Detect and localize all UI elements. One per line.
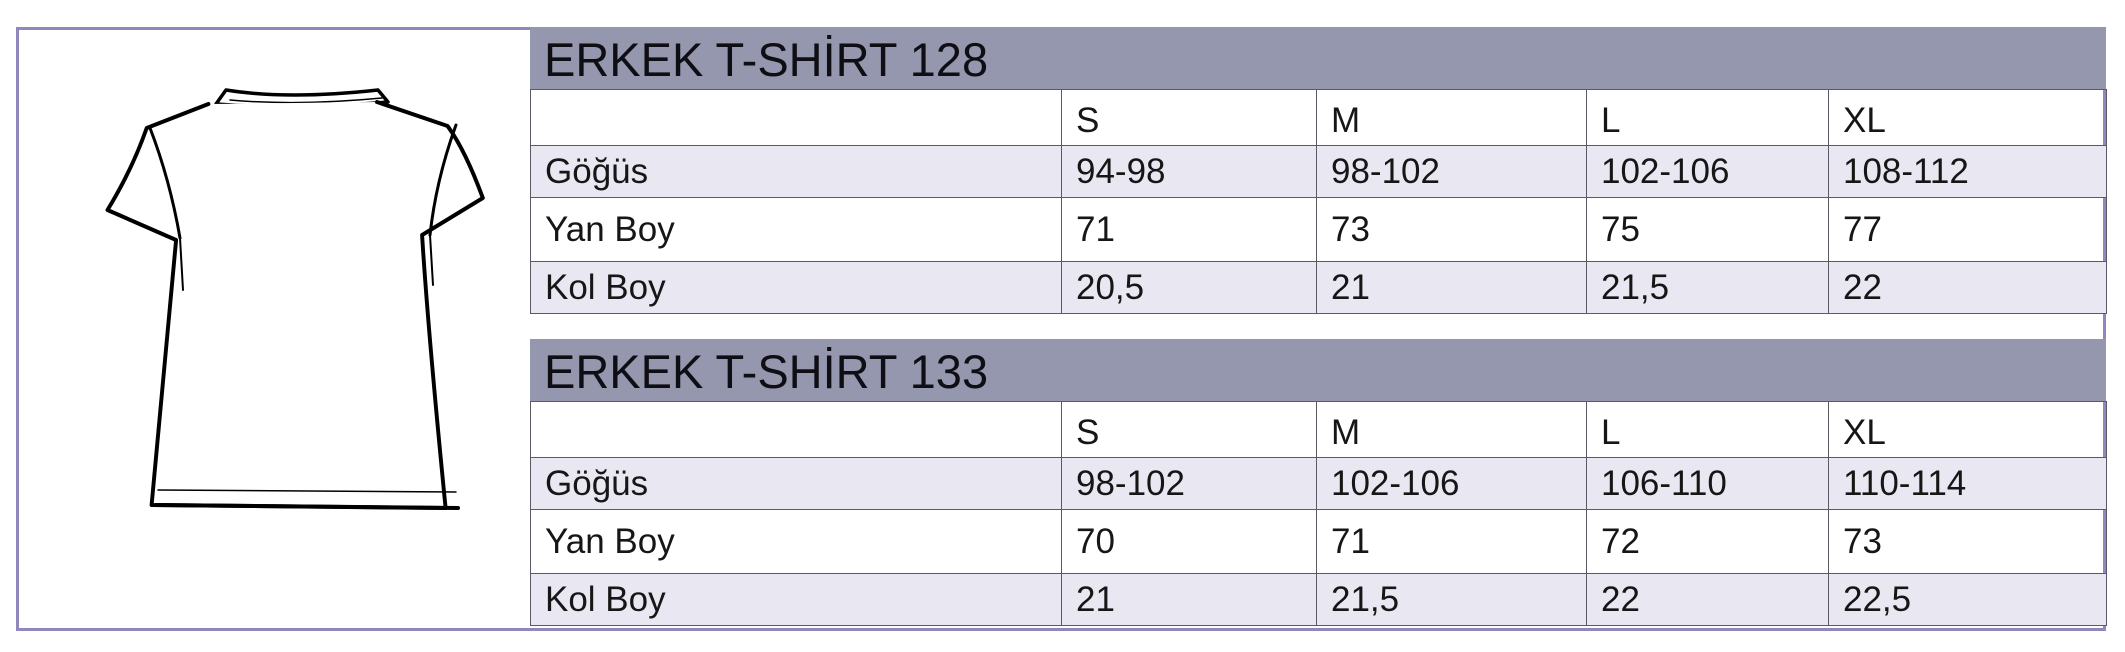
row-label: Yan Boy <box>530 197 1062 262</box>
table-row-kol-boy: Kol Boy 20,5 21 21,5 22 <box>530 261 2107 314</box>
measure-cell: 22 <box>1586 573 1829 626</box>
size-header-xl: XL <box>1828 89 2107 146</box>
size-header-l: L <box>1586 89 1829 146</box>
measure-cell: 21,5 <box>1316 573 1587 626</box>
measure-cell: 71 <box>1061 197 1317 262</box>
size-header-m: M <box>1316 89 1587 146</box>
measure-cell: 22 <box>1828 261 2107 314</box>
table-row-gogus: Göğüs 94-98 98-102 102-106 108-112 <box>530 145 2107 198</box>
measure-cell: 102-106 <box>1316 457 1587 510</box>
table-row-yan-boy: Yan Boy 70 71 72 73 <box>530 509 2107 574</box>
size-table-133: ERKEK T-SHİRT 133 S M L XL Göğüs 98-102 … <box>530 339 2107 626</box>
measure-cell: 77 <box>1828 197 2107 262</box>
measure-cell: 22,5 <box>1828 573 2107 626</box>
table-title: ERKEK T-SHİRT 133 <box>530 339 2106 401</box>
measure-cell: 73 <box>1316 197 1587 262</box>
measure-cell: 20,5 <box>1061 261 1317 314</box>
row-label: Göğüs <box>530 145 1062 198</box>
measure-cell: 98-102 <box>1316 145 1587 198</box>
table-title: ERKEK T-SHİRT 128 <box>530 27 2106 89</box>
measure-cell: 21 <box>1061 573 1317 626</box>
size-header-row: S M L XL <box>530 401 2107 458</box>
size-header-xl: XL <box>1828 401 2107 458</box>
table-row-kol-boy: Kol Boy 21 21,5 22 22,5 <box>530 573 2107 626</box>
measure-cell: 108-112 <box>1828 145 2107 198</box>
size-header-s: S <box>1061 401 1317 458</box>
measure-cell: 71 <box>1316 509 1587 574</box>
row-label: Kol Boy <box>530 261 1062 314</box>
row-label: Kol Boy <box>530 573 1062 626</box>
measure-cell: 21 <box>1316 261 1587 314</box>
row-label: Yan Boy <box>530 509 1062 574</box>
measure-cell: 102-106 <box>1586 145 1829 198</box>
size-header-s: S <box>1061 89 1317 146</box>
measure-cell: 72 <box>1586 509 1829 574</box>
measure-cell: 94-98 <box>1061 145 1317 198</box>
measure-cell: 75 <box>1586 197 1829 262</box>
row-label: Göğüs <box>530 457 1062 510</box>
header-blank-cell <box>530 401 1062 458</box>
size-header-m: M <box>1316 401 1587 458</box>
size-tables: ERKEK T-SHİRT 128 S M L XL Göğüs 94-98 9… <box>530 27 2107 626</box>
table-row-yan-boy: Yan Boy 71 73 75 77 <box>530 197 2107 262</box>
measure-cell: 73 <box>1828 509 2107 574</box>
measure-cell: 21,5 <box>1586 261 1829 314</box>
size-table-128: ERKEK T-SHİRT 128 S M L XL Göğüs 94-98 9… <box>530 27 2107 314</box>
header-blank-cell <box>530 89 1062 146</box>
measure-cell: 98-102 <box>1061 457 1317 510</box>
table-row-gogus: Göğüs 98-102 102-106 106-110 110-114 <box>530 457 2107 510</box>
size-header-row: S M L XL <box>530 89 2107 146</box>
t-shirt-icon <box>105 88 485 510</box>
measure-cell: 70 <box>1061 509 1317 574</box>
size-header-l: L <box>1586 401 1829 458</box>
measure-cell: 110-114 <box>1828 457 2107 510</box>
measure-cell: 106-110 <box>1586 457 1829 510</box>
size-table: S M L XL Göğüs 94-98 98-102 102-106 108-… <box>530 89 2107 314</box>
size-table: S M L XL Göğüs 98-102 102-106 106-110 11… <box>530 401 2107 626</box>
